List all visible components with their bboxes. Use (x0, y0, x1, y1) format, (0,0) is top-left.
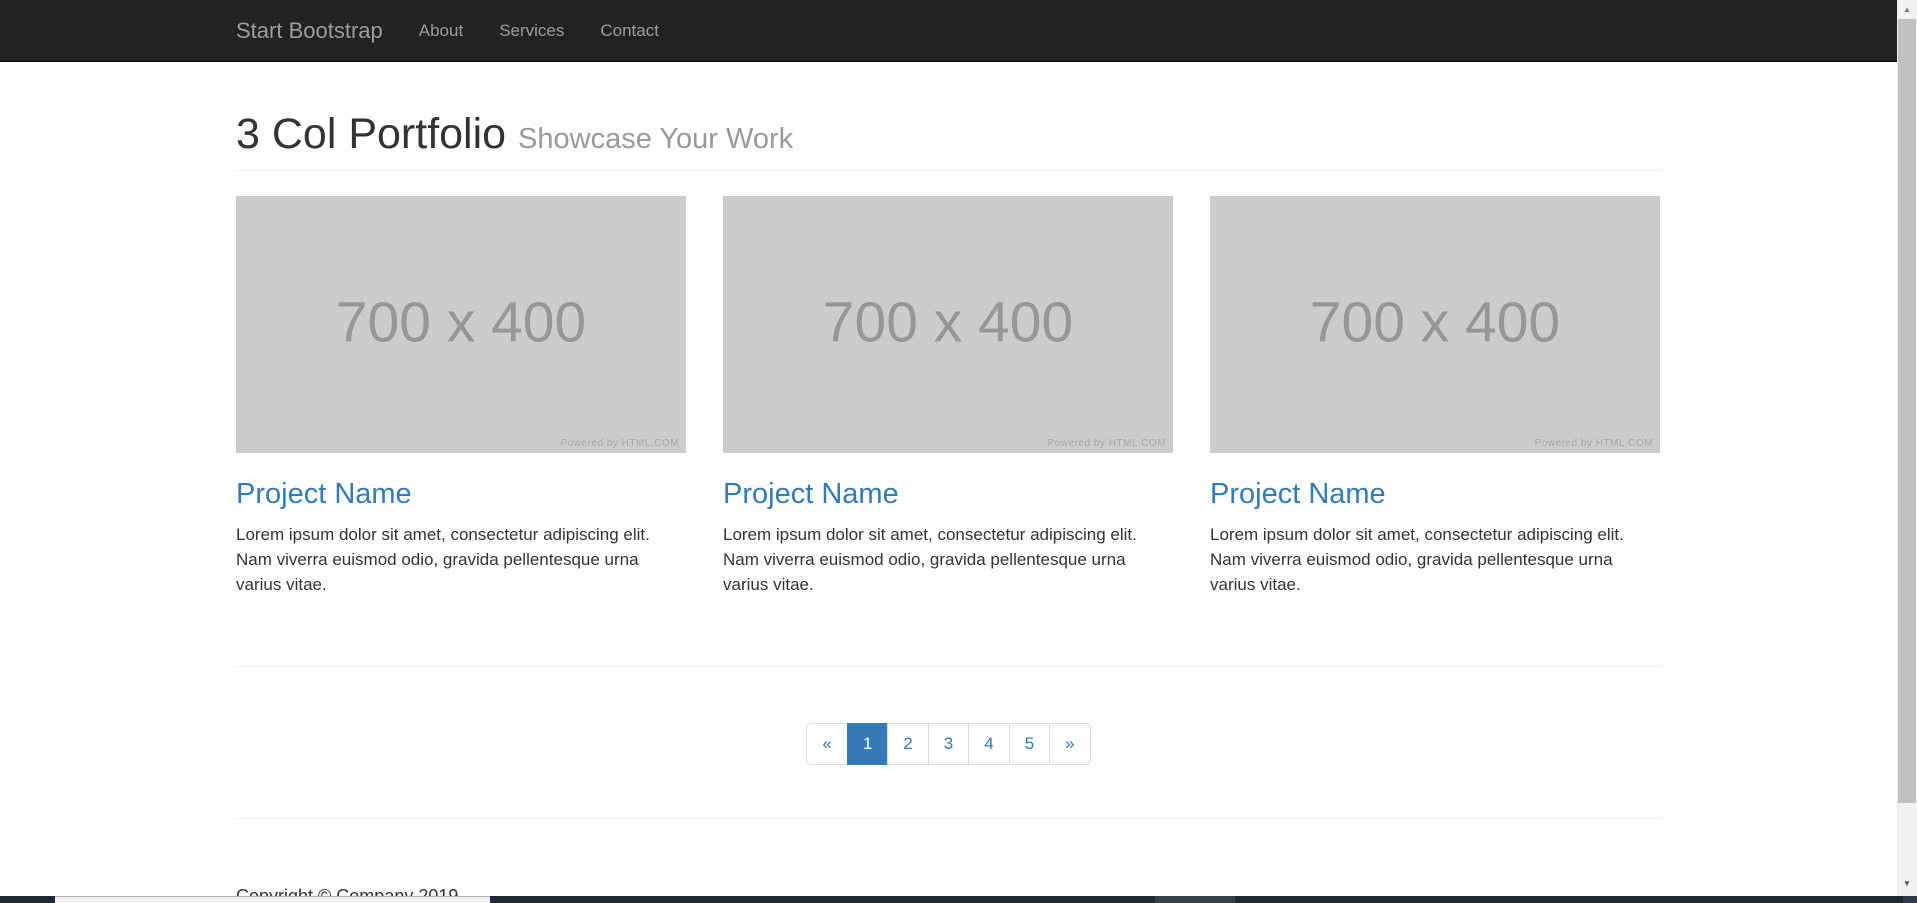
project-card: 700 x 400 Powered by HTML.COM Project Na… (723, 196, 1173, 597)
placeholder-label: 700 x 400 (336, 289, 586, 355)
pagination-prev-icon[interactable]: « (806, 723, 847, 765)
pagination-page-4: 4 (969, 723, 1009, 765)
nav-link-about[interactable]: About (401, 0, 481, 62)
nav-item-about: About (401, 0, 481, 61)
placeholder-label: 700 x 400 (823, 289, 1073, 355)
taskbar-app-sliver (1155, 896, 1235, 903)
project-title-link[interactable]: Project Name (236, 478, 412, 510)
scroll-down-icon[interactable]: ▼ (1897, 874, 1917, 893)
copyright-text: Copyright © Company 2019 (236, 886, 1661, 896)
project-title-link[interactable]: Project Name (723, 478, 899, 510)
project-card: 700 x 400 Powered by HTML.COM Project Na… (1210, 196, 1660, 597)
pagination-page-5: 5 (1010, 723, 1050, 765)
vertical-scrollbar[interactable]: ▲ ▼ (1897, 0, 1917, 896)
project-thumbnail[interactable]: 700 x 400 Powered by HTML.COM (236, 196, 686, 453)
page-title: 3 Col Portfolio Showcase Your Work (236, 111, 1661, 158)
scrollbar-thumb[interactable] (1898, 19, 1916, 803)
scroll-up-icon[interactable]: ▲ (1897, 0, 1917, 19)
nav-item-services: Services (481, 0, 582, 61)
project-thumbnail[interactable]: 700 x 400 Powered by HTML.COM (723, 196, 1173, 453)
project-thumbnail[interactable]: 700 x 400 Powered by HTML.COM (1210, 196, 1660, 453)
project-title-link[interactable]: Project Name (1210, 478, 1386, 510)
navbar: Start Bootstrap About Services Contact (0, 0, 1897, 62)
placeholder-label: 700 x 400 (1310, 289, 1560, 355)
pagination-page-2: 2 (888, 723, 928, 765)
section-divider (236, 666, 1661, 667)
pagination-page-4-link[interactable]: 4 (968, 723, 1009, 765)
scrollbar-corner (1903, 896, 1917, 903)
nav-links: About Services Contact (401, 0, 677, 61)
pagination-page-3: 3 (929, 723, 969, 765)
footer-divider (236, 818, 1661, 819)
pagination-prev: « (806, 723, 847, 765)
pagination-page-1: 1 (848, 723, 888, 765)
pagination-page-5-link[interactable]: 5 (1009, 723, 1050, 765)
project-card: 700 x 400 Powered by HTML.COM Project Na… (236, 196, 686, 597)
portfolio-row: 700 x 400 Powered by HTML.COM Project Na… (236, 196, 1661, 597)
project-title: Project Name (723, 478, 1173, 511)
placeholder-watermark: Powered by HTML.COM (1048, 438, 1166, 449)
brand-link[interactable]: Start Bootstrap (236, 0, 383, 62)
page-title-text: 3 Col Portfolio (236, 110, 506, 158)
placeholder-watermark: Powered by HTML.COM (1535, 438, 1653, 449)
project-description: Lorem ipsum dolor sit amet, consectetur … (723, 523, 1163, 597)
page-subtitle: Showcase Your Work (518, 123, 793, 155)
pagination-page-1-link[interactable]: 1 (847, 723, 888, 765)
project-title: Project Name (236, 478, 686, 511)
browser-viewport: Start Bootstrap About Services Contact 3… (0, 0, 1897, 896)
nav-link-services[interactable]: Services (481, 0, 582, 62)
pagination: « 1 2 3 4 5 » (806, 723, 1090, 765)
project-description: Lorem ipsum dolor sit amet, consectetur … (236, 523, 676, 597)
nav-link-contact[interactable]: Contact (582, 0, 677, 62)
taskbar-sliver (0, 896, 1917, 903)
pagination-page-3-link[interactable]: 3 (928, 723, 969, 765)
pagination-page-2-link[interactable]: 2 (887, 723, 928, 765)
nav-item-contact: Contact (582, 0, 677, 61)
page-header: 3 Col Portfolio Showcase Your Work (236, 111, 1661, 171)
pagination-next-icon[interactable]: » (1049, 723, 1090, 765)
project-description: Lorem ipsum dolor sit amet, consectetur … (1210, 523, 1650, 597)
taskbar-searchbox-sliver (55, 896, 490, 903)
pagination-next: » (1050, 723, 1090, 765)
placeholder-watermark: Powered by HTML.COM (561, 438, 679, 449)
project-title: Project Name (1210, 478, 1660, 511)
footer: Copyright © Company 2019 (236, 886, 1661, 896)
